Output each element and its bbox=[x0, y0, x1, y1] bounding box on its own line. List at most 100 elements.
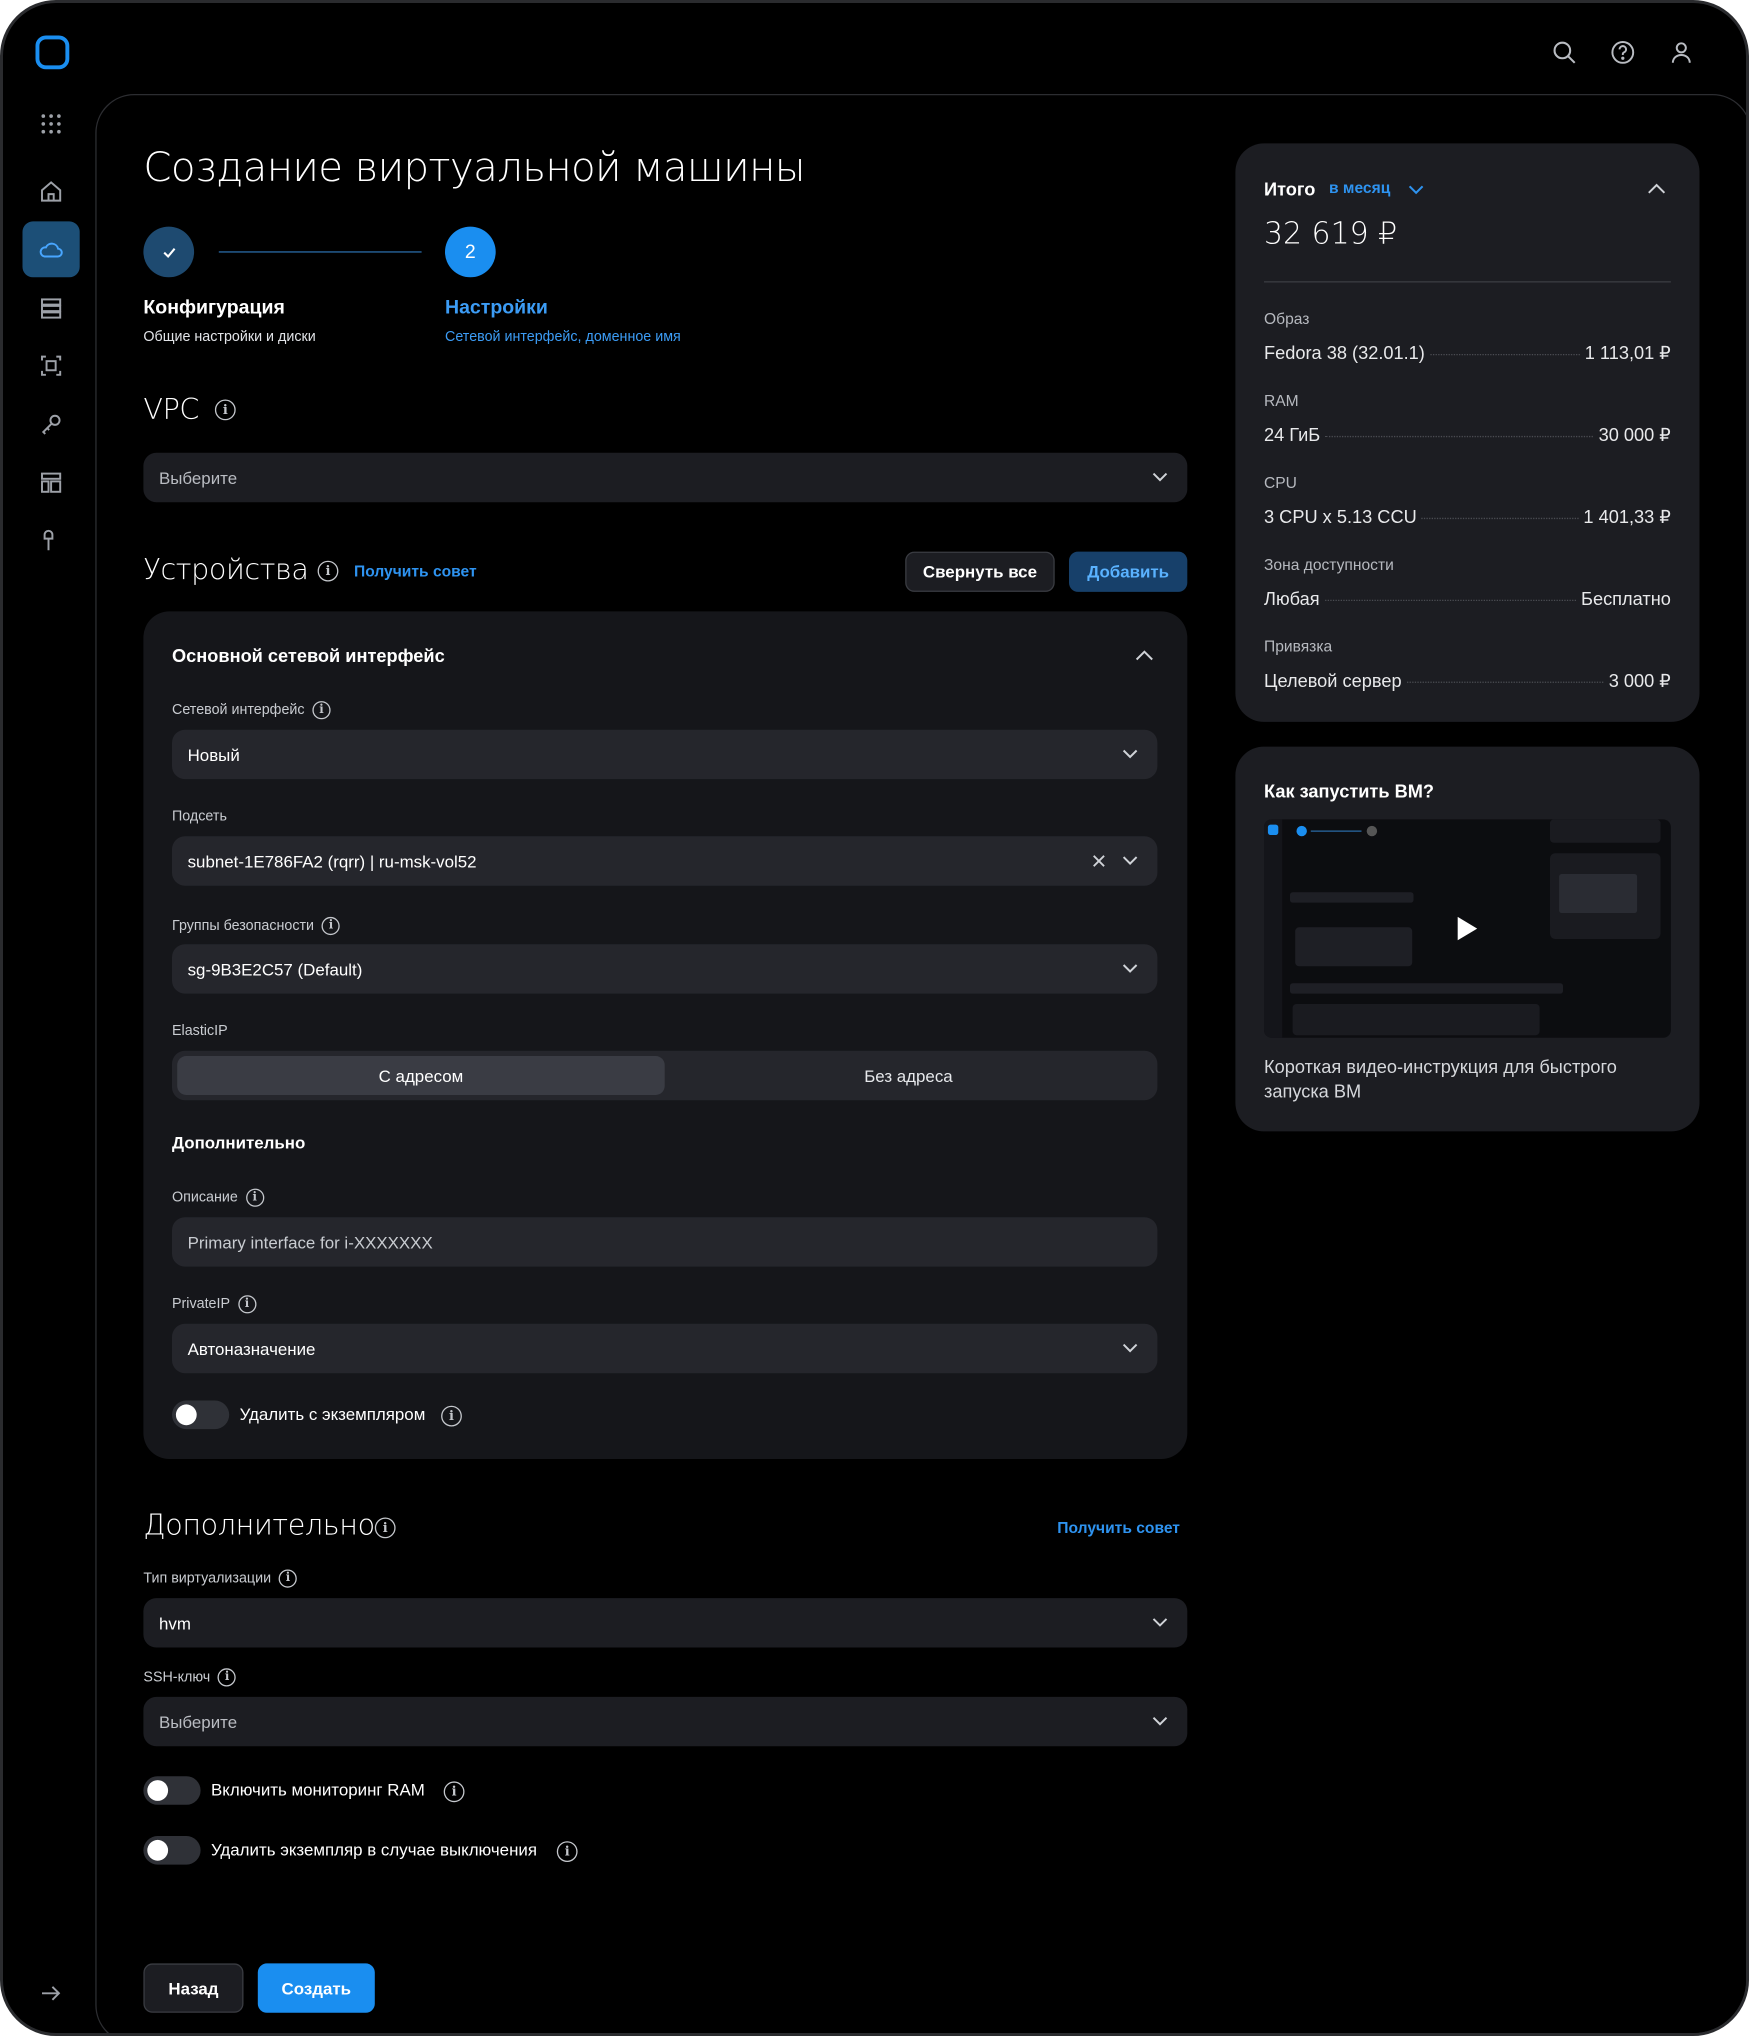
network-interface-label-text: Сетевой интерфейс bbox=[172, 702, 305, 718]
storage-icon[interactable] bbox=[38, 296, 64, 322]
key-icon[interactable] bbox=[38, 411, 64, 437]
page-title: Создание виртуальной машины bbox=[143, 144, 805, 192]
network-interface-select[interactable]: Новый bbox=[172, 729, 1158, 780]
create-button[interactable]: Создать bbox=[257, 1963, 375, 2013]
chevron-down-icon bbox=[1122, 749, 1138, 759]
apps-grid-icon[interactable] bbox=[38, 111, 64, 137]
user-icon[interactable] bbox=[1667, 38, 1696, 67]
step-1-done-dot[interactable] bbox=[143, 226, 195, 278]
dot-leader bbox=[1324, 599, 1576, 601]
delete-with-instance-toggle[interactable] bbox=[172, 1400, 230, 1430]
dot-leader bbox=[1325, 435, 1594, 438]
back-button[interactable]: Назад bbox=[143, 1963, 244, 2013]
summary-item-label: RAM bbox=[1264, 391, 1299, 410]
description-input[interactable]: Primary interface for i-XXXXXXX bbox=[172, 1217, 1158, 1267]
summary-item-row: Fedora 38 (32.01.1) 1 113,01 ₽ bbox=[1264, 342, 1671, 364]
summary-item-name: Любая bbox=[1264, 588, 1320, 609]
ram-monitoring-toggle[interactable] bbox=[143, 1776, 201, 1805]
security-groups-value: sg-9B3E2C57 (Default) bbox=[187, 959, 363, 979]
description-info-icon[interactable]: i bbox=[245, 1188, 264, 1207]
step-2-active-dot[interactable]: 2 bbox=[444, 226, 496, 278]
vpc-info-icon[interactable]: i bbox=[214, 399, 236, 421]
howto-video-thumbnail[interactable] bbox=[1264, 819, 1671, 1038]
elastic-ip-without-address[interactable]: Без адреса bbox=[665, 1056, 1153, 1095]
chevron-up-icon[interactable] bbox=[1134, 645, 1155, 666]
virtualization-select[interactable]: hvm bbox=[143, 1598, 1188, 1648]
howto-caption: Короткая видео-инструкция для быстрого з… bbox=[1264, 1056, 1617, 1102]
frame-icon[interactable] bbox=[38, 353, 64, 379]
summary-item-price: 30 000 ₽ bbox=[1598, 424, 1671, 445]
subnet-select[interactable]: subnet-1E786FA2 (rqrr) | ru-msk-vol52 bbox=[172, 836, 1158, 886]
add-device-button[interactable]: Добавить bbox=[1069, 551, 1188, 592]
chevron-down-icon bbox=[1122, 964, 1138, 973]
elastic-ip-with-address[interactable]: С адресом bbox=[177, 1056, 665, 1095]
expand-arrow-icon[interactable] bbox=[38, 1980, 64, 2006]
network-interface-info-icon[interactable]: i bbox=[312, 701, 331, 720]
summary-period-select[interactable]: в месяц bbox=[1329, 179, 1390, 197]
ssh-key-select[interactable]: Выберите bbox=[143, 1696, 1188, 1747]
summary-item-label: Зона доступности bbox=[1264, 555, 1394, 574]
ssh-key-value: Выберите bbox=[159, 1711, 238, 1732]
delete-on-shutdown-toggle[interactable] bbox=[143, 1835, 201, 1865]
video-preview-graphic bbox=[1264, 819, 1661, 1038]
summary-item-price: 3 000 ₽ bbox=[1608, 669, 1671, 691]
summary-total: 32 619 ₽ bbox=[1264, 217, 1398, 252]
cloud-icon[interactable] bbox=[38, 237, 64, 263]
subnet-label: Подсеть bbox=[172, 809, 227, 825]
security-groups-select[interactable]: sg-9B3E2C57 (Default) bbox=[172, 944, 1158, 994]
chevron-down-icon bbox=[1152, 1618, 1168, 1627]
private-ip-info-icon[interactable]: i bbox=[237, 1295, 257, 1314]
home-icon[interactable] bbox=[38, 179, 64, 205]
private-ip-label: PrivateIP i bbox=[172, 1295, 257, 1314]
additional-tip-link[interactable]: Получить совет bbox=[1057, 1519, 1180, 1537]
delete-on-shutdown-label: Удалить экземпляр в случае выключения bbox=[211, 1839, 537, 1860]
howto-title: Как запустить ВМ? bbox=[1264, 780, 1435, 802]
interface-card-title: Основной сетевой интерфейс bbox=[172, 645, 445, 666]
elastic-ip-label: ElasticIP bbox=[172, 1023, 228, 1040]
delete-on-shutdown-info-icon[interactable]: i bbox=[556, 1841, 578, 1862]
help-icon[interactable] bbox=[1609, 38, 1638, 67]
dot-leader bbox=[1421, 517, 1579, 520]
summary-item-label: Привязка bbox=[1264, 637, 1333, 656]
summary-item-name: 24 ГиБ bbox=[1264, 424, 1321, 445]
ram-monitoring-info-icon[interactable]: i bbox=[443, 1781, 465, 1803]
tools-icon[interactable] bbox=[38, 527, 64, 553]
description-value: Primary interface for i-XXXXXXX bbox=[187, 1232, 433, 1252]
devices-info-icon[interactable]: i bbox=[317, 560, 339, 582]
chevron-down-icon[interactable] bbox=[1407, 180, 1425, 198]
check-icon bbox=[162, 247, 175, 258]
additional-info-icon[interactable]: i bbox=[374, 1517, 396, 1539]
layout-icon[interactable] bbox=[38, 470, 64, 496]
clear-icon[interactable] bbox=[1091, 853, 1107, 869]
summary-item-row: 3 CPU x 5.13 CCU 1 401,33 ₽ bbox=[1264, 506, 1671, 528]
ssh-key-label: SSH-ключ i bbox=[143, 1668, 237, 1687]
search-icon[interactable] bbox=[1550, 38, 1579, 67]
virtualization-label: Тип виртуализации i bbox=[143, 1569, 298, 1588]
ssh-key-info-icon[interactable]: i bbox=[217, 1668, 237, 1687]
toggle-knob bbox=[175, 1404, 197, 1426]
dot-leader bbox=[1406, 681, 1604, 683]
private-ip-value: Автоназначение bbox=[187, 1338, 316, 1359]
security-groups-info-icon[interactable]: i bbox=[321, 916, 341, 936]
howto-card: Как запустить ВМ? Короткая видео-инструк… bbox=[1235, 746, 1700, 1132]
devices-tip-link[interactable]: Получить совет bbox=[354, 562, 477, 580]
network-interface-value: Новый bbox=[187, 744, 240, 765]
network-interface-label: Сетевой интерфейс i bbox=[172, 701, 331, 720]
chevron-down-icon bbox=[1152, 472, 1168, 482]
private-ip-label-text: PrivateIP bbox=[172, 1296, 231, 1313]
security-groups-label: Группы безопасности i bbox=[172, 916, 341, 936]
delete-with-instance-info-icon[interactable]: i bbox=[441, 1405, 462, 1427]
dot-leader bbox=[1430, 354, 1580, 356]
description-label: Описание i bbox=[172, 1188, 264, 1207]
chevron-up-icon[interactable] bbox=[1646, 179, 1667, 200]
security-groups-label-text: Группы безопасности bbox=[172, 918, 315, 934]
vpc-select[interactable]: Выберите bbox=[143, 452, 1188, 503]
summary-item-label: CPU bbox=[1264, 473, 1297, 492]
subnet-value: subnet-1E786FA2 (rqrr) | ru-msk-vol52 bbox=[187, 851, 477, 871]
app-logo[interactable] bbox=[35, 35, 70, 70]
toggle-knob bbox=[147, 1839, 169, 1861]
private-ip-select[interactable]: Автоназначение bbox=[172, 1323, 1158, 1374]
toggle-knob bbox=[147, 1780, 169, 1801]
virtualization-info-icon[interactable]: i bbox=[278, 1569, 298, 1588]
collapse-all-button[interactable]: Свернуть все bbox=[905, 551, 1055, 592]
